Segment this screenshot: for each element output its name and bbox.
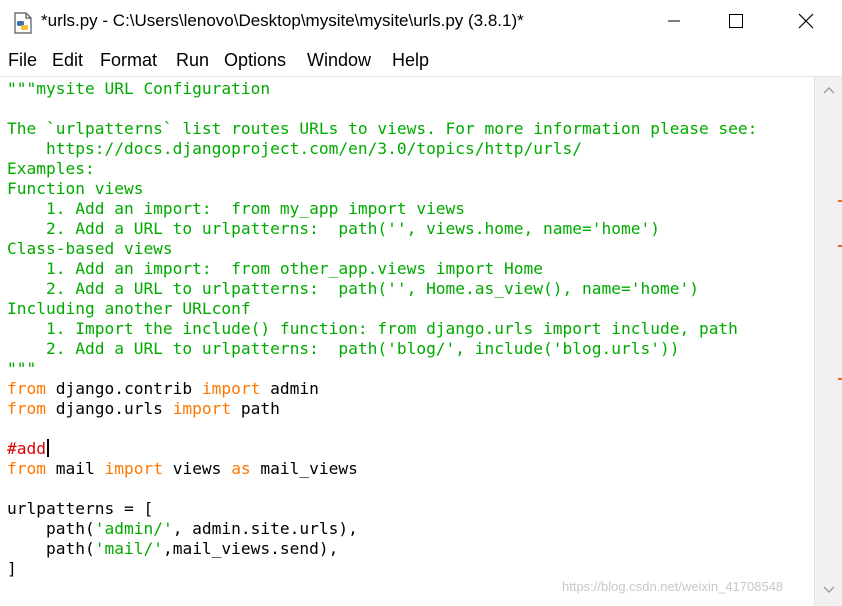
minimize-button[interactable] [644,0,704,46]
code-line[interactable]: 1. Import the include() function: from d… [7,319,738,338]
code-line[interactable]: from django.contrib import admin [7,379,319,398]
code-token: 2. Add a URL to urlpatterns: path('', vi… [7,219,660,238]
code-token: 1. Add an import: from my_app import vie… [7,199,466,218]
code-token: ,mail_views.send), [162,539,339,558]
code-line[interactable]: #add [7,439,49,458]
code-token: from [7,379,46,398]
code-line[interactable]: 2. Add a URL to urlpatterns: path('', Ho… [7,279,699,298]
menu-window[interactable]: Window [307,50,371,71]
menu-format[interactable]: Format [100,50,157,71]
maximize-button[interactable] [706,0,766,46]
code-line[interactable]: The `urlpatterns` list routes URLs to vi… [7,119,757,138]
code-editor[interactable]: """mysite URL Configuration The `urlpatt… [0,77,814,606]
code-line[interactable]: ] [7,559,17,578]
code-token: """ [7,359,37,378]
close-button[interactable] [776,0,836,46]
code-line[interactable]: https://docs.djangoproject.com/en/3.0/to… [7,139,582,158]
code-token: admin [260,379,319,398]
code-token: 2. Add a URL to urlpatterns: path('', Ho… [7,279,699,298]
code-token: from [7,399,46,418]
code-token: Including another URLconf [7,299,251,318]
code-token: https://docs.djangoproject.com/en/3.0/to… [7,139,582,158]
code-line[interactable]: """ [7,359,36,378]
idle-editor-window: *urls.py - C:\Users\lenovo\Desktop\mysit… [0,0,842,606]
code-line[interactable]: 1. Add an import: from other_app.views i… [7,259,543,278]
code-line[interactable]: Function views [7,179,143,198]
code-line[interactable]: path('admin/', admin.site.urls), [7,519,358,538]
code-token: 'admin/' [94,519,173,538]
code-token: django.contrib [45,379,202,398]
minimize-icon [668,14,680,32]
code-token: import [172,399,232,418]
code-token: 2. Add a URL to urlpatterns: path('blog/… [7,339,680,358]
chevron-down-icon[interactable] [821,583,837,597]
code-line[interactable]: Examples: [7,159,95,178]
menu-edit[interactable]: Edit [52,50,83,71]
code-token: ] [7,559,17,578]
menu-bar: File Edit Format Run Options Window Help [0,46,842,77]
code-line[interactable]: 2. Add a URL to urlpatterns: path('blog/… [7,339,679,358]
background-marker [838,378,842,380]
code-token: Class-based views [7,239,173,258]
code-line[interactable]: Class-based views [7,239,173,258]
code-line[interactable]: """mysite URL Configuration [7,79,270,98]
chevron-up-icon[interactable] [821,83,837,97]
menu-file[interactable]: File [8,50,37,71]
code-token: Function views [7,179,144,198]
code-token: urlpatterns = [ [7,499,154,518]
code-token: path( [7,539,95,558]
code-line[interactable]: Including another URLconf [7,299,251,318]
menu-run[interactable]: Run [176,50,209,71]
code-token: The `urlpatterns` list routes URLs to vi… [7,119,758,138]
close-icon [798,13,814,34]
code-token: from [7,459,46,478]
text-cursor [46,439,49,457]
window-title: *urls.py - C:\Users\lenovo\Desktop\mysit… [41,11,524,30]
background-marker [838,245,842,247]
maximize-icon [729,13,743,33]
code-line[interactable]: 1. Add an import: from my_app import vie… [7,199,465,218]
code-token: as [231,459,251,478]
code-line[interactable]: from mail import views as mail_views [7,459,358,478]
code-token: path( [7,519,95,538]
code-line[interactable]: urlpatterns = [ [7,499,153,518]
code-token: 1. Add an import: from other_app.views i… [7,259,544,278]
code-token: 1. Import the include() function: from d… [7,319,738,338]
code-token: """mysite URL Configuration [7,79,271,98]
menu-options[interactable]: Options [224,50,286,71]
code-token: Examples: [7,159,95,178]
code-token: 'mail/' [94,539,163,558]
code-token: import [104,459,163,478]
background-marker [838,200,842,202]
code-token: import [201,379,261,398]
code-token: django.urls [45,399,173,418]
background-window-edge [836,200,842,600]
python-file-icon [12,12,34,34]
code-text[interactable]: """mysite URL Configuration The `urlpatt… [7,79,757,579]
code-line[interactable]: from django.urls import path [7,399,280,418]
code-token: path [231,399,280,418]
code-token: , admin.site.urls), [172,519,358,538]
menu-help[interactable]: Help [392,50,429,71]
watermark: https://blog.csdn.net/weixin_41708548 [562,579,784,594]
code-token: #add [7,439,46,458]
code-line[interactable]: 2. Add a URL to urlpatterns: path('', vi… [7,219,660,238]
code-token: mail_views [250,459,358,478]
code-line[interactable]: path('mail/',mail_views.send), [7,539,338,558]
code-token: mail [45,459,105,478]
title-bar[interactable]: *urls.py - C:\Users\lenovo\Desktop\mysit… [0,0,842,46]
code-token: views [162,459,232,478]
